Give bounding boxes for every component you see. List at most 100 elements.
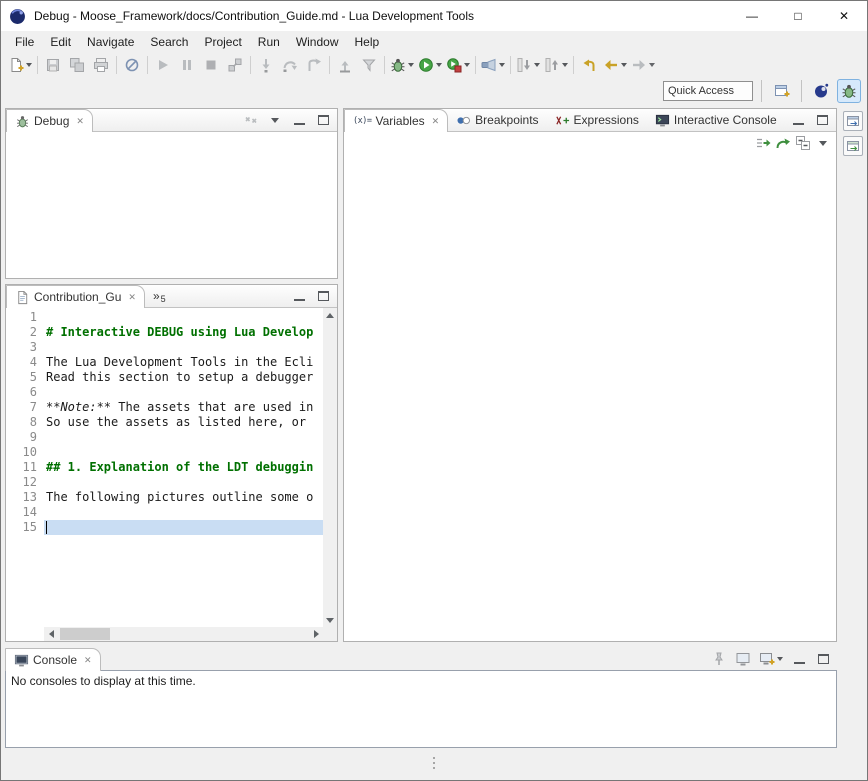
restore-minimized-view-1-button[interactable] [843, 111, 863, 131]
scroll-left-icon[interactable] [44, 627, 58, 641]
search-button[interactable] [479, 54, 507, 76]
console-output-area[interactable]: No consoles to display at this time. [5, 670, 837, 748]
tab-contribution_gu[interactable]: Contribution_Gu✕ [6, 285, 145, 308]
editor-horizontal-scrollbar[interactable] [44, 627, 323, 641]
dropdown-arrow-icon[interactable] [534, 63, 540, 67]
line-number-ruler[interactable]: 123456789101112131415 [6, 308, 44, 627]
horizontal-scroll-thumb[interactable] [60, 628, 110, 640]
scroll-up-icon[interactable] [323, 308, 337, 322]
menu-navigate[interactable]: Navigate [79, 33, 142, 51]
minimize-button[interactable] [291, 111, 307, 129]
editor-vertical-scrollbar[interactable] [323, 308, 337, 627]
console-actions [711, 648, 837, 670]
new-button[interactable] [6, 54, 34, 76]
menu-search[interactable]: Search [142, 33, 196, 51]
collapse-all-button[interactable] [795, 134, 811, 152]
code-line[interactable] [44, 505, 323, 520]
code-line[interactable] [44, 340, 323, 355]
lua-perspective-button[interactable] [809, 79, 833, 103]
line-number: 14 [6, 505, 37, 520]
maximize-button[interactable] [814, 111, 830, 129]
previous-annotation-button[interactable] [542, 54, 570, 76]
debug-tree-area[interactable] [6, 132, 337, 278]
code-line[interactable]: # Interactive DEBUG using Lua Develop [44, 325, 323, 340]
minimize-button[interactable] [790, 111, 806, 129]
code-line[interactable] [44, 430, 323, 445]
debug-perspective-button[interactable] [837, 79, 861, 103]
maximize-button[interactable] [315, 287, 331, 305]
debug-button[interactable] [388, 54, 416, 76]
view-menu-button[interactable] [815, 134, 831, 152]
tab-label: Console [33, 653, 77, 667]
run-button[interactable] [416, 54, 444, 76]
menu-help[interactable]: Help [347, 33, 388, 51]
code-line[interactable] [44, 475, 323, 490]
menu-file[interactable]: File [7, 33, 42, 51]
code-line[interactable]: Read this section to setup a debugger [44, 370, 323, 385]
code-line[interactable]: **Note:** The assets that are used in [44, 400, 323, 415]
back-button[interactable] [601, 54, 629, 76]
dropdown-arrow-icon[interactable] [562, 63, 568, 67]
dropdown-arrow-icon[interactable] [464, 63, 470, 67]
menu-window[interactable]: Window [288, 33, 347, 51]
minimize-button[interactable]: — [729, 1, 775, 31]
variables-tree-area[interactable] [344, 154, 836, 641]
menu-edit[interactable]: Edit [42, 33, 79, 51]
dropdown-arrow-icon[interactable] [26, 63, 32, 67]
navigate-into-variable-button[interactable] [775, 134, 791, 152]
dropdown-arrow-icon[interactable] [621, 63, 627, 67]
toolbar-separator [147, 56, 148, 74]
external-tools-button[interactable] [444, 54, 472, 76]
status-bar-grip[interactable] [433, 757, 435, 769]
dropdown-arrow-icon[interactable] [436, 63, 442, 67]
minimize-button[interactable] [291, 287, 307, 305]
tab-debug[interactable]: Debug✕ [6, 109, 93, 132]
tab-breakpoints[interactable]: Breakpoints [448, 109, 546, 131]
use-step-filters-button [357, 54, 381, 76]
menu-project[interactable]: Project [196, 33, 249, 51]
view-menu-button[interactable] [267, 111, 283, 129]
title-bar[interactable]: Debug - Moose_Framework/docs/Contributio… [1, 1, 867, 31]
close-button[interactable]: ✕ [821, 1, 867, 31]
dropdown-arrow-icon[interactable] [649, 63, 655, 67]
close-tab-icon[interactable]: ✕ [128, 292, 136, 303]
close-tab-icon[interactable]: ✕ [432, 116, 440, 127]
hidden-editors-chevron[interactable]: » 5 [145, 285, 170, 307]
code-line[interactable] [44, 445, 323, 460]
tab-expressions[interactable]: Expressions [547, 109, 647, 131]
tab-console[interactable]: Console ✕ [5, 648, 101, 671]
debug-tab-list: Debug✕ [6, 109, 93, 131]
code-line[interactable]: So use the assets as listed here, or [44, 415, 323, 430]
code-line[interactable]: ## 1. Explanation of the LDT debuggin [44, 460, 323, 475]
minimize-button[interactable] [791, 650, 807, 668]
maximize-button[interactable] [815, 650, 831, 668]
show-logical-structure-button[interactable] [755, 134, 771, 152]
code-line[interactable] [44, 310, 323, 325]
next-annotation-button[interactable] [514, 54, 542, 76]
maximize-button[interactable] [315, 111, 331, 129]
code-line[interactable] [44, 520, 323, 535]
open-console-button[interactable] [759, 650, 783, 668]
dropdown-arrow-icon[interactable] [499, 63, 505, 67]
dropdown-arrow-icon[interactable] [777, 657, 783, 661]
maximize-button[interactable]: □ [775, 1, 821, 31]
skip-all-breakpoints-icon [124, 57, 140, 73]
tab-interactive-console[interactable]: Interactive Console [647, 109, 785, 131]
close-tab-icon[interactable]: ✕ [84, 655, 92, 666]
restore-minimized-view-2-button[interactable] [843, 136, 863, 156]
scroll-down-icon[interactable] [323, 613, 337, 627]
code-line[interactable]: The following pictures outline some o [44, 490, 323, 505]
quick-access-input[interactable] [663, 81, 753, 101]
text-editor-area[interactable]: # Interactive DEBUG using Lua Develop The… [44, 308, 323, 627]
code-line[interactable] [44, 385, 323, 400]
menu-run[interactable]: Run [250, 33, 288, 51]
dropdown-arrow-icon[interactable] [408, 63, 414, 67]
scroll-right-icon[interactable] [309, 627, 323, 641]
open-perspective-button[interactable] [770, 79, 794, 103]
tab-label: Interactive Console [674, 113, 777, 127]
last-edit-location-button[interactable] [577, 54, 601, 76]
skip-all-breakpoints-button[interactable] [120, 54, 144, 76]
close-tab-icon[interactable]: ✕ [76, 116, 84, 127]
tab-variables[interactable]: (x)=Variables✕ [344, 109, 448, 132]
code-line[interactable]: The Lua Development Tools in the Ecli [44, 355, 323, 370]
